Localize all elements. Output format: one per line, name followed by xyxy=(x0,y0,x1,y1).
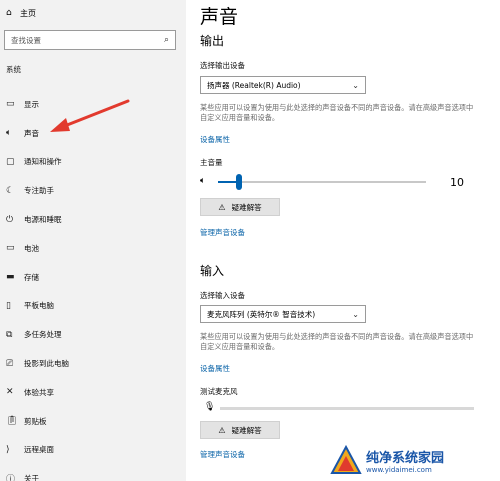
sidebar-item-label: 平板电脑 xyxy=(24,301,54,311)
test-microphone-label: 测试麦克风 xyxy=(200,387,238,396)
volume-track[interactable] xyxy=(218,181,426,183)
sidebar-item-label: 通知和操作 xyxy=(24,157,62,167)
battery-icon: ▭ xyxy=(6,243,15,254)
sidebar-item-focus-assist[interactable]: ☾ 专注助手 xyxy=(0,176,186,205)
sidebar-item-label: 多任务处理 xyxy=(24,330,62,340)
sidebar-item-projecting[interactable]: ⎚ 投影到此电脑 xyxy=(0,349,186,378)
microphone-level-meter xyxy=(220,407,474,410)
sidebar-item-sound[interactable]: 🔈︎ 声音 xyxy=(0,119,186,148)
sidebar-item-label: 声音 xyxy=(24,128,39,138)
home-icon: ⌂ xyxy=(6,8,12,18)
input-device-select[interactable]: 麦克风阵列 (英特尔® 智音技术) ⌄ xyxy=(200,305,366,323)
sidebar-item-label: 体验共享 xyxy=(24,387,54,397)
input-device-value: 麦克风阵列 (英特尔® 智音技术) xyxy=(207,309,316,319)
output-manage-devices-link[interactable]: 管理声音设备 xyxy=(200,227,245,238)
output-device-properties-link[interactable]: 设备属性 xyxy=(200,134,230,145)
chevron-down-icon: ⌄ xyxy=(352,80,359,90)
sidebar-item-display[interactable]: ▭ 显示 xyxy=(0,90,186,119)
project-icon: ⎚ xyxy=(6,358,14,369)
clipboard-icon: 📋︎ xyxy=(6,416,18,427)
sound-settings-panel: 声音 输出 选择输出设备 扬声器 (Realtek(R) Audio) ⌄ 某些… xyxy=(186,0,500,481)
output-troubleshoot-button[interactable]: ⚠ 疑难解答 xyxy=(200,198,280,216)
sidebar-item-label: 电池 xyxy=(24,243,39,253)
microphone-icon: 🎙︎ xyxy=(204,402,216,412)
sidebar-item-label: 存储 xyxy=(24,272,39,282)
warning-icon: ⚠ xyxy=(218,425,226,435)
sidebar-home[interactable]: ⌂ 主页 xyxy=(6,4,36,22)
volume-slider-thumb[interactable] xyxy=(235,174,242,190)
moon-icon: ☾ xyxy=(6,185,15,196)
speaker-icon[interactable]: 🔈︎ xyxy=(200,176,205,186)
sidebar-item-battery[interactable]: ▭ 电池 xyxy=(0,234,186,263)
troubleshoot-label: 疑难解答 xyxy=(231,202,262,212)
volume-value: 10 xyxy=(450,176,464,189)
master-volume-slider-row: 🔈︎ 10 xyxy=(200,174,490,190)
microphone-level-row: 🎙︎ xyxy=(200,402,490,414)
power-icon: ⏻ xyxy=(6,214,14,225)
chevron-down-icon: ⌄ xyxy=(352,309,359,319)
multitask-icon: ⧉ xyxy=(6,329,13,340)
sidebar-item-storage[interactable]: ▬ 存储 xyxy=(0,263,186,292)
sidebar-item-notifications[interactable]: ▢ 通知和操作 xyxy=(0,148,186,177)
sidebar-item-tablet[interactable]: ▯ 平板电脑 xyxy=(0,292,186,321)
sidebar-item-about[interactable]: ⓘ 关于 xyxy=(0,464,186,481)
sidebar-item-multitasking[interactable]: ⧉ 多任务处理 xyxy=(0,320,186,349)
storage-icon: ▬ xyxy=(6,272,15,283)
sidebar-section-title: 系统 xyxy=(6,65,21,74)
watermark-name: 纯净系统家园 xyxy=(366,451,445,466)
sidebar-item-shared-experiences[interactable]: ✕ 体验共享 xyxy=(0,378,186,407)
display-icon: ▭ xyxy=(6,99,15,110)
sidebar-home-label: 主页 xyxy=(20,8,36,18)
troubleshoot-label: 疑难解答 xyxy=(231,425,262,435)
output-heading: 输出 xyxy=(200,34,225,48)
watermark-logo-icon xyxy=(330,444,362,474)
search-input[interactable]: 查找设置 ⌕ xyxy=(4,30,176,50)
sidebar-nav: ▭ 显示 🔈︎ 声音 ▢ 通知和操作 ☾ 专注助手 ⏻ 电源和睡眠 ▭ 电池 ▬… xyxy=(0,90,186,481)
info-icon: ⓘ xyxy=(6,475,16,481)
watermark-text: 纯净系统家园 www.yidaimei.com xyxy=(366,447,444,474)
shared-experience-icon: ✕ xyxy=(6,387,14,398)
speaker-icon: 🔈︎ xyxy=(6,128,12,139)
page-title: 声音 xyxy=(200,6,239,28)
sidebar-item-label: 关于 xyxy=(24,474,39,481)
sidebar-item-clipboard[interactable]: 📋︎ 剪贴板 xyxy=(0,407,186,436)
output-description: 某些应用可以设置为使用与此处选择的声音设备不同的声音设备。请在高级声音选项中自定… xyxy=(200,103,474,122)
settings-sidebar: ⌂ 主页 查找设置 ⌕ 系统 ▭ 显示 🔈︎ 声音 ▢ 通知和操作 ☾ 专注助手… xyxy=(0,0,186,481)
master-volume-label: 主音量 xyxy=(200,158,223,167)
sidebar-item-remote-desktop[interactable]: ⟩ 远程桌面 xyxy=(0,436,186,465)
input-device-properties-link[interactable]: 设备属性 xyxy=(200,363,230,374)
input-heading: 输入 xyxy=(200,264,225,278)
sidebar-item-label: 远程桌面 xyxy=(24,445,54,455)
search-icon[interactable]: ⌕ xyxy=(164,35,169,45)
input-description: 某些应用可以设置为使用与此处选择的声音设备不同的声音设备。请在高级声音选项中自定… xyxy=(200,332,474,351)
output-device-label: 选择输出设备 xyxy=(200,61,245,70)
output-device-value: 扬声器 (Realtek(R) Audio) xyxy=(207,80,301,90)
input-device-label: 选择输入设备 xyxy=(200,291,245,300)
sidebar-item-label: 剪贴板 xyxy=(24,416,47,426)
sidebar-item-power-sleep[interactable]: ⏻ 电源和睡眠 xyxy=(0,205,186,234)
sidebar-item-label: 专注助手 xyxy=(24,186,54,196)
sidebar-item-label: 投影到此电脑 xyxy=(24,359,69,369)
warning-icon: ⚠ xyxy=(218,202,226,212)
search-placeholder: 查找设置 xyxy=(11,35,41,45)
output-device-select[interactable]: 扬声器 (Realtek(R) Audio) ⌄ xyxy=(200,76,366,94)
notification-icon: ▢ xyxy=(6,156,15,167)
sidebar-item-label: 显示 xyxy=(24,99,39,109)
input-troubleshoot-button[interactable]: ⚠ 疑难解答 xyxy=(200,421,280,439)
input-manage-devices-link[interactable]: 管理声音设备 xyxy=(200,449,245,460)
tablet-icon: ▯ xyxy=(6,300,11,311)
remote-desktop-icon: ⟩ xyxy=(6,444,10,455)
watermark-url: www.yidaimei.com xyxy=(366,466,432,474)
watermark: 纯净系统家园 www.yidaimei.com xyxy=(330,440,500,481)
sidebar-item-label: 电源和睡眠 xyxy=(24,215,62,225)
